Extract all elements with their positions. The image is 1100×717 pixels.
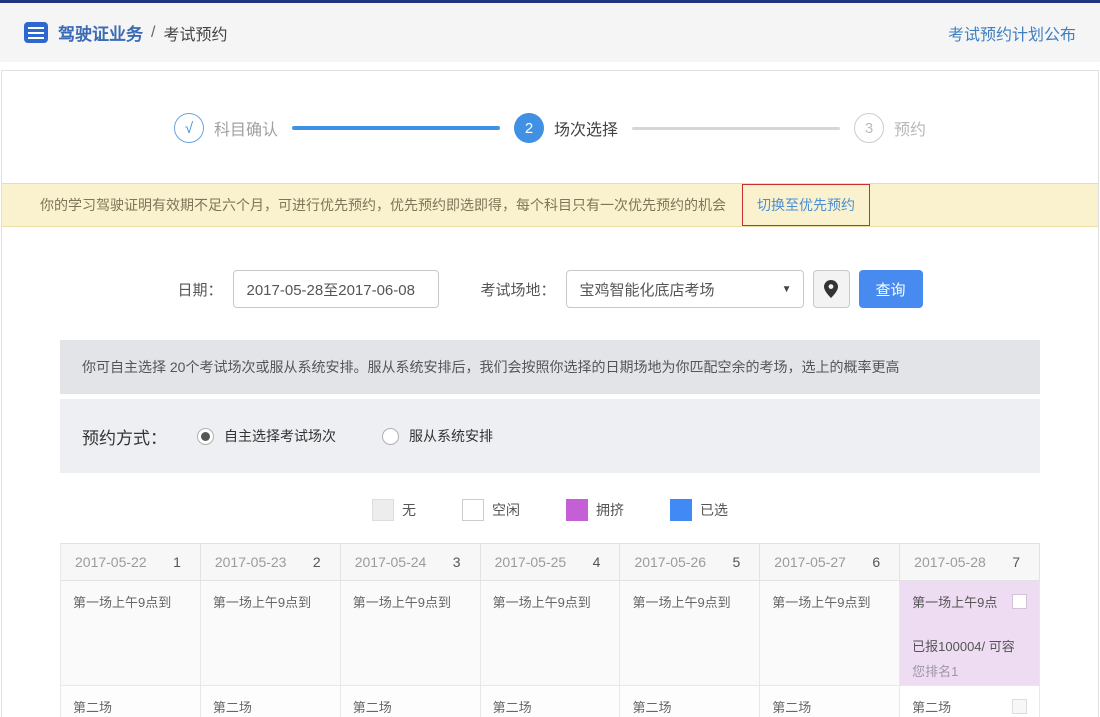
venue-select[interactable]: 宝鸡智能化底店考场 ▼	[565, 270, 804, 308]
step-connector-done	[291, 126, 500, 130]
session-cell[interactable]: 第二场	[620, 686, 761, 717]
crowded-session-rank: 您排名1	[912, 664, 959, 679]
session-cell-free[interactable]: 第二场	[900, 686, 1041, 717]
radio-self-select-label: 自主选择考试场次	[224, 428, 336, 444]
radio-system-arrange[interactable]	[382, 427, 399, 445]
session-checkbox[interactable]	[1012, 699, 1028, 714]
session-schedule-table: 2017-05-22 1 2017-05-23 2 2017-05-24 3 2017…	[60, 543, 1041, 717]
session-cell-unavailable[interactable]: 第一场上午9点到	[620, 581, 761, 686]
legend-free-swatch	[462, 499, 484, 521]
session-cell-unavailable[interactable]: 第一场上午9点到	[61, 581, 201, 686]
page-header: 驾驶证业务 / 考试预约 考试预约计划公布	[0, 3, 1100, 62]
session-cell[interactable]: 第二场	[760, 686, 901, 717]
option-self-select[interactable]: 自主选择考试场次	[197, 426, 336, 446]
switch-priority-link[interactable]: 切换至优先预约	[742, 184, 870, 226]
session-cell-unavailable[interactable]: 第一场上午9点到	[200, 581, 341, 686]
exam-plan-link[interactable]: 考试预约计划公布	[948, 21, 1076, 45]
search-button[interactable]: 查询	[858, 270, 923, 308]
step-session-select: 2 场次选择	[513, 113, 854, 143]
main-panel: √ 科目确认 2 场次选择 3 预约 你的学习驾驶证明有效期不足六个月，可进行优…	[1, 70, 1099, 717]
step-connector-pending	[632, 126, 840, 130]
radio-system-arrange-label: 服从系统安排	[409, 428, 493, 444]
date-column-header: 2017-05-28 7	[900, 544, 1041, 581]
legend-none: 无	[372, 499, 416, 521]
breadcrumb-separator: /	[151, 23, 156, 41]
date-column-header: 2017-05-23 2	[200, 544, 341, 581]
chevron-down-icon: ▼	[781, 283, 792, 295]
legend-none-swatch	[372, 499, 394, 521]
session-cell[interactable]: 第二场	[340, 686, 481, 717]
step2-label: 场次选择	[553, 122, 618, 139]
radio-self-select[interactable]	[197, 427, 214, 445]
date-column-header: 2017-05-22 1	[61, 544, 201, 581]
map-location-button[interactable]	[812, 270, 850, 308]
session1-row: 第一场上午9点到 第一场上午9点到 第一场上午9点到 第一场上午9点到 第一场上…	[61, 581, 1041, 686]
breadcrumb-current: 考试预约	[163, 26, 228, 44]
date-label: 日期：	[177, 281, 223, 299]
venue-label: 考试场地：	[480, 281, 556, 299]
session-cell-unavailable[interactable]: 第一场上午9点到	[760, 581, 901, 686]
priority-notice-text: 你的学习驾驶证明有效期不足六个月，可进行优先预约，优先预约即选即得，每个科目只有…	[40, 197, 726, 213]
session-checkbox[interactable]	[1012, 594, 1028, 609]
schedule-header-row: 2017-05-22 1 2017-05-23 2 2017-05-24 3 2017…	[61, 543, 1041, 581]
option-system-arrange[interactable]: 服从系统安排	[382, 426, 493, 446]
status-legend: 无 空闲 拥挤 已选	[2, 473, 1098, 543]
session-cell-unavailable[interactable]: 第一场上午9点到	[480, 581, 621, 686]
date-range-input[interactable]	[232, 270, 439, 308]
booking-method-label: 预约方式：	[82, 428, 167, 448]
location-pin-icon	[824, 280, 839, 298]
step3-number: 3	[854, 113, 884, 143]
filter-row: 日期： 考试场地： 宝鸡智能化底店考场 ▼ 查询	[2, 227, 1098, 340]
progress-stepper: √ 科目确认 2 场次选择 3 预约	[2, 71, 1098, 183]
legend-crowded-swatch	[566, 499, 588, 521]
priority-notice-bar: 你的学习驾驶证明有效期不足六个月，可进行优先预约，优先预约即选即得，每个科目只有…	[2, 183, 1098, 227]
step-subject-confirm: √ 科目确认	[173, 113, 514, 143]
legend-selected: 已选	[670, 499, 728, 521]
date-column-header: 2017-05-27 6	[760, 544, 901, 581]
date-column-header: 2017-05-25 4	[480, 544, 621, 581]
step-reserve: 3 预约	[854, 113, 926, 143]
session-cell[interactable]: 第二场	[61, 686, 201, 717]
session-cell[interactable]: 第二场	[200, 686, 341, 717]
system-notice-bar: 你可自主选择 20个考试场次或服从系统安排。服从系统安排后，我们会按照你选择的日…	[60, 340, 1040, 394]
step3-label: 预约	[894, 122, 927, 139]
booking-method-row: 预约方式： 自主选择考试场次 服从系统安排	[60, 399, 1040, 473]
session-cell[interactable]: 第二场	[480, 686, 621, 717]
step2-number: 2	[513, 113, 544, 143]
session-cell-unavailable[interactable]: 第一场上午9点到	[340, 581, 481, 686]
breadcrumb-root[interactable]: 驾驶证业务	[58, 20, 143, 45]
crowded-session-stats: 已报100004/ 可容	[912, 639, 1015, 654]
step1-check-icon: √	[173, 113, 204, 143]
license-service-icon	[24, 22, 48, 43]
date-column-header: 2017-05-24 3	[340, 544, 481, 581]
date-column-header: 2017-05-26 5	[620, 544, 761, 581]
venue-selected-value: 宝鸡智能化底店考场	[579, 281, 715, 299]
session2-row: 第二场 第二场 第二场 第二场 第二场 第二场 第二场	[61, 686, 1041, 717]
step1-label: 科目确认	[213, 122, 278, 139]
booking-method-options: 自主选择考试场次 服从系统安排	[197, 426, 539, 446]
legend-crowded: 拥挤	[566, 499, 624, 521]
crowded-session-label: 第一场上午9点	[912, 595, 998, 610]
legend-free: 空闲	[462, 499, 520, 521]
legend-selected-swatch	[670, 499, 692, 521]
session-cell-crowded[interactable]: 第一场上午9点 已报100004/ 可容 您排名1	[900, 581, 1041, 686]
